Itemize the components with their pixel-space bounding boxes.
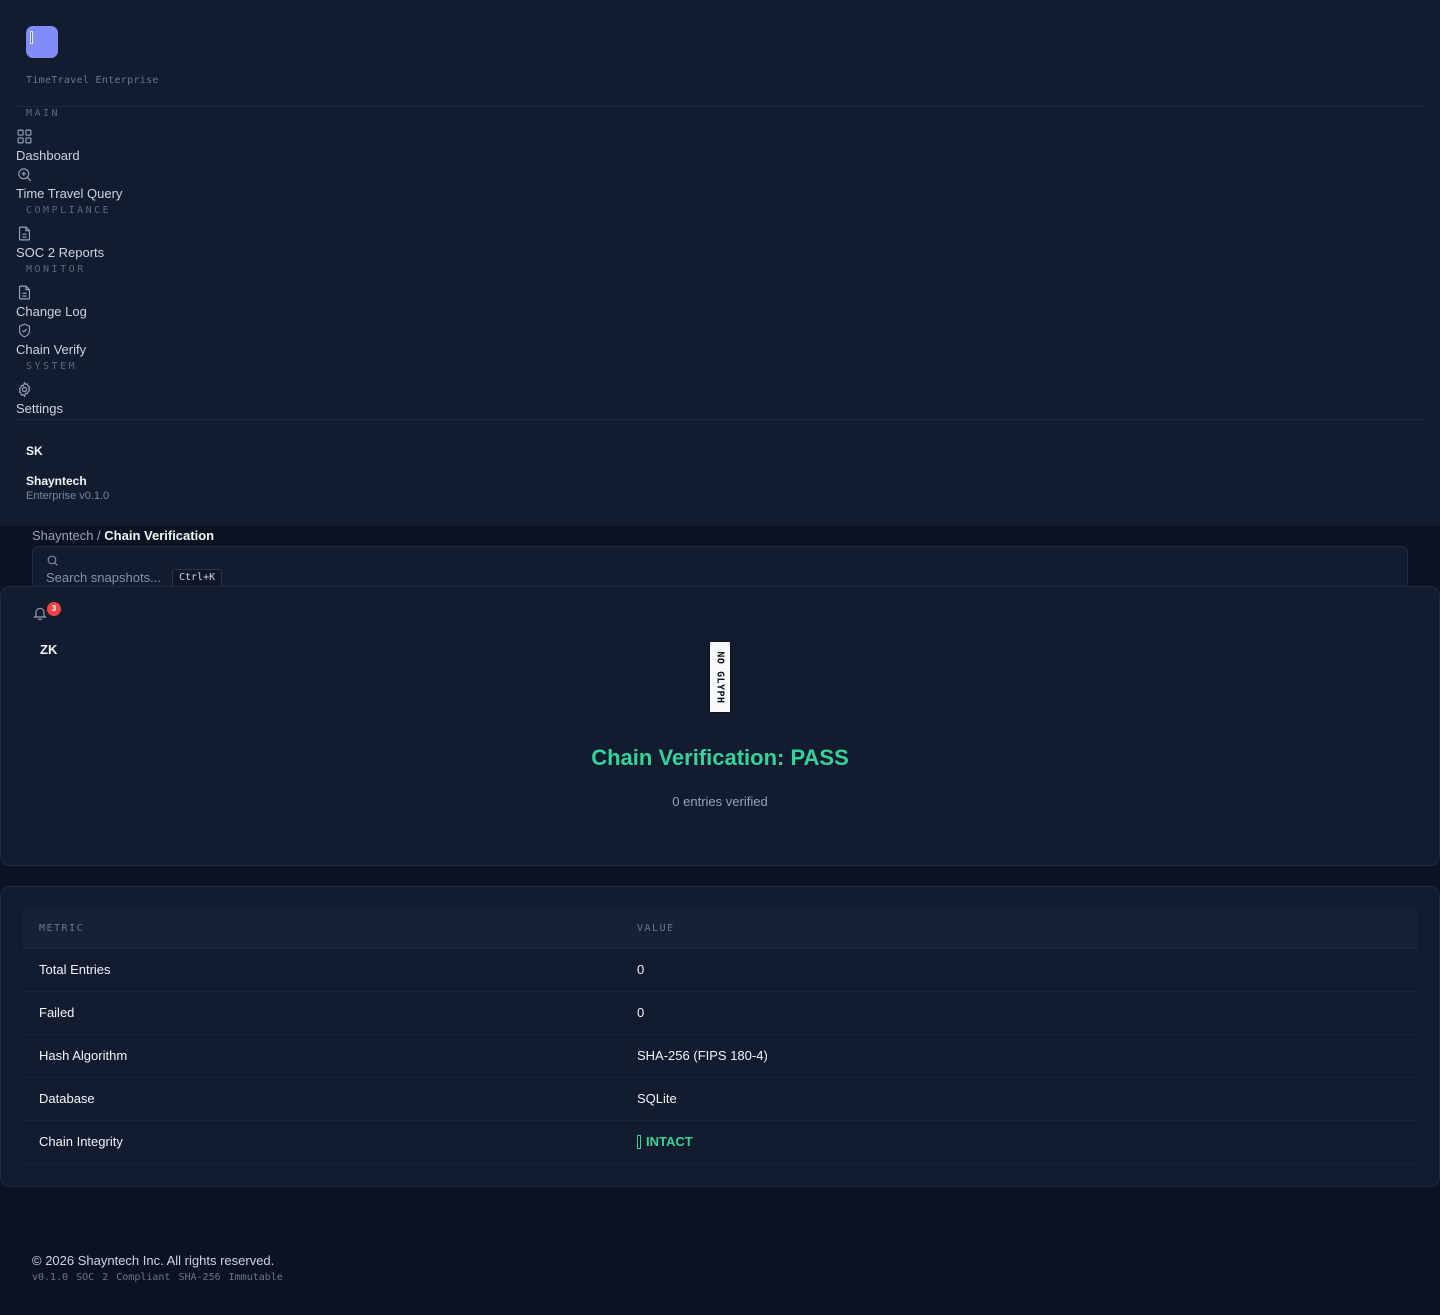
user-name: Shayntech	[26, 474, 87, 488]
section-label-compliance: COMPLIANCE	[26, 205, 112, 216]
search-placeholder: Search snapshots...	[46, 570, 161, 585]
notification-badge: 3	[47, 602, 61, 616]
section-label-monitor: MONITOR	[26, 264, 86, 275]
user-avatar[interactable]: SK	[26, 444, 43, 458]
value-cell: SQLite	[637, 1091, 677, 1106]
file-text-icon	[16, 284, 33, 301]
table-header: METRIC VALUE	[23, 909, 1417, 949]
status-text: INTACT	[646, 1134, 693, 1149]
metric-cell: Failed	[39, 1005, 75, 1020]
breadcrumb-current: Chain Verification	[104, 528, 215, 543]
search-shortcut-kbd: Ctrl+K	[172, 569, 223, 587]
table-row: Total Entries 0	[23, 949, 1417, 992]
logo-glyph-icon	[30, 31, 33, 44]
app-logo[interactable]	[26, 26, 58, 58]
sidebar-item-label: SOC 2 Reports	[16, 245, 105, 260]
sidebar-item-label: Change Log	[16, 304, 87, 319]
verification-title: Chain Verification: PASS	[591, 745, 849, 770]
section-label-main: MAIN	[26, 108, 61, 119]
no-glyph-placeholder: NO GLYPH	[714, 650, 726, 704]
bell-icon[interactable]	[32, 605, 48, 621]
metric-cell: Total Entries	[39, 962, 111, 977]
value-cell: 0	[637, 962, 645, 977]
sidebar: TimeTravel Enterprise MAIN Dashboard Tim…	[0, 0, 1440, 526]
breadcrumb-separator: /	[93, 528, 105, 543]
table-row: Database SQLite	[23, 1078, 1417, 1121]
shield-check-icon	[16, 322, 33, 339]
search-input[interactable]: Search snapshots... Ctrl+K	[32, 546, 1408, 587]
brand-subtitle: TimeTravel Enterprise	[26, 75, 159, 86]
footer-copyright: © 2026 Shayntech Inc. All rights reserve…	[32, 1253, 275, 1268]
metric-cell: Chain Integrity	[39, 1134, 123, 1149]
status-indicator-icon	[637, 1134, 641, 1149]
sidebar-item-label: Dashboard	[16, 148, 80, 163]
sidebar-item-label: Chain Verify	[16, 342, 87, 357]
value-cell: SHA-256 (FIPS 180-4)	[637, 1048, 768, 1063]
verification-subtitle: 0 entries verified	[672, 794, 768, 809]
value-cell: 0	[637, 1005, 645, 1020]
table-row: Chain Integrity INTACT	[23, 1121, 1417, 1164]
sidebar-divider	[16, 419, 1424, 420]
gear-icon	[16, 381, 33, 398]
chain-integrity-status: INTACT	[637, 1134, 693, 1149]
table-row: Hash Algorithm SHA-256 (FIPS 180-4)	[23, 1035, 1417, 1078]
verification-status-image: NO GLYPH	[709, 641, 731, 713]
sidebar-divider	[16, 106, 1424, 107]
column-header-value: VALUE	[637, 923, 675, 934]
section-label-system: SYSTEM	[26, 361, 78, 372]
table-row: Failed 0	[23, 992, 1417, 1035]
footer-meta: v0.1.0 SOC 2 Compliant SHA-256 Immutable	[32, 1272, 283, 1283]
metric-cell: Hash Algorithm	[39, 1048, 128, 1063]
metric-cell: Database	[39, 1091, 95, 1106]
search-icon	[46, 554, 59, 567]
sidebar-item-label: Settings	[16, 401, 63, 416]
grid-icon	[16, 128, 33, 145]
zoom-in-icon	[16, 166, 33, 183]
breadcrumb: Shayntech / Chain Verification	[32, 528, 214, 543]
sidebar-item-label: Time Travel Query	[16, 186, 123, 201]
column-header-metric: METRIC	[39, 923, 85, 934]
breadcrumb-root[interactable]: Shayntech	[32, 528, 93, 543]
file-icon	[16, 225, 33, 242]
account-avatar[interactable]: ZK	[40, 642, 57, 657]
verification-card	[0, 586, 1440, 866]
user-role: Enterprise v0.1.0	[26, 490, 110, 502]
